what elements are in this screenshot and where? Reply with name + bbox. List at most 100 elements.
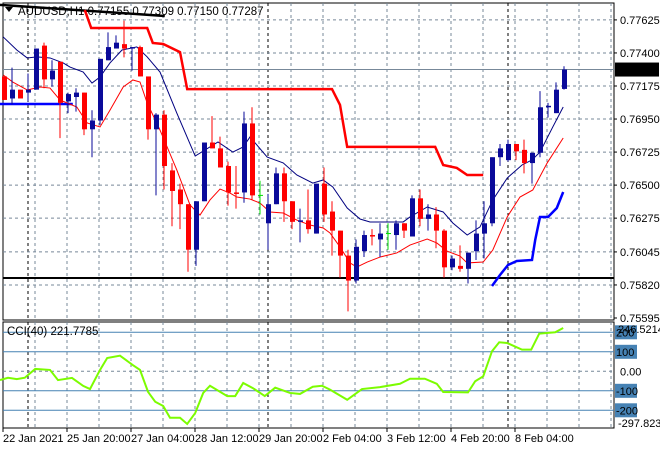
candle-bear [322,183,327,215]
candle-bull [266,204,271,224]
y-tick-label: 0.77625 [620,15,660,27]
y-tick-label: 0.76500 [620,180,660,192]
candle-bull [154,114,159,130]
x-tick-label: 25 Jan 20:00 [67,433,131,445]
current-price-label: 0.77287 [618,65,658,77]
candle-bull [546,105,551,108]
cci-pane [0,327,614,426]
candle-bull [474,233,479,252]
candle-bear [338,230,343,256]
cci-level-label: 100 [616,347,634,359]
candle-bear [162,114,167,167]
lower-band-line [490,191,565,287]
y-tick-label: 0.76725 [620,147,660,159]
candle-bull [498,148,503,158]
y-tick-label: 0.77400 [620,48,660,60]
candle-bear [434,214,439,231]
x-tick-label: 29 Jan 20:00 [259,433,323,445]
candle-bull [530,152,535,164]
y-tick-label: 0.77175 [620,81,660,93]
candle-bull [538,107,543,153]
candle-bear [210,142,215,149]
cci-min-label: -297.8238 [618,418,660,430]
candle-bull [450,258,455,268]
candle-bear [418,198,423,219]
candle-bull [562,69,567,89]
x-tick-label: 3 Feb 12:00 [387,433,446,445]
candle-bull [98,58,103,121]
candle-bull [34,48,39,90]
cci-zero-label: 0.00 [620,366,641,378]
candle-bear [330,211,335,231]
candle-bear [250,123,255,196]
candle-bear [402,223,407,231]
x-tick-label: 22 Jan 2021 [3,433,64,445]
candle-bull [274,173,279,205]
candle-bear [226,166,231,193]
candle-bull [426,214,431,219]
candle-bear [442,230,447,268]
candle-bear [122,44,127,49]
candle-bull [130,47,135,49]
candles [2,20,567,312]
cci-level-label: -100 [616,386,638,398]
chart-canvas[interactable]: 0.77625 0.77400 0.77175 0.76950 0.76725 0.765… [0,0,660,450]
candle-bull [242,123,247,193]
y-tick-label: 0.76045 [620,247,660,259]
slow-ma-line [2,74,564,268]
candle-bear [178,189,183,205]
candle-bull [466,252,471,269]
candle-bear [170,170,175,191]
candle-bear [218,148,223,168]
y-tick-label: 0.76275 [620,213,660,225]
candle-bear [186,204,191,250]
cci-level-label: -200 [616,405,638,417]
candle-bull [10,89,15,99]
candle-bear [2,76,7,100]
candle-bull [298,220,303,222]
cci-title: CCI(40) 221.7785 [7,326,98,338]
candle-bull [90,120,95,130]
cci-line [0,327,564,426]
candle-bull [26,89,31,93]
candle-bear [82,92,87,130]
candle-bear [58,61,63,103]
candle-bull [394,223,399,236]
candle-bull [490,157,495,224]
candle-bull [106,47,111,61]
candle-bear [18,89,23,99]
x-tick-label: 27 Jan 04:00 [131,433,195,445]
candle-bear [458,265,463,269]
x-tick-label: 2 Feb 04:00 [323,433,382,445]
candle-bear [42,45,47,80]
upper-band-line [83,9,484,177]
candle-bear [234,192,239,194]
candle-bull [114,42,119,49]
fast-ma-line [2,36,564,236]
y-tick-label: 0.75820 [620,280,660,292]
candle-bear [282,173,287,202]
candle-bull [202,142,207,202]
candle-bear [514,143,519,152]
candle-bull [554,89,559,114]
candle-bull [362,235,367,252]
cci-max-label: 246.5214 [618,324,660,336]
candle-bull [482,223,487,234]
triangle-down-icon[interactable] [5,7,13,12]
candle-bull [410,198,415,237]
candle-bull [506,143,511,161]
candle-bear [290,201,295,222]
candle-bear [370,235,375,237]
chart-header: AUDUSD,H1 0.77155 0.77309 0.77150 0.7728… [5,6,264,18]
x-tick-label: 8 Feb 04:00 [515,433,574,445]
candle-bear [306,220,311,230]
x-tick-label: 28 Jan 12:00 [195,433,259,445]
candle-bull [50,70,55,80]
candle-bull [378,233,383,240]
candle-bear [346,255,351,281]
symbol-ohlc-label: AUDUSD,H1 0.77155 0.77309 0.77150 0.7728… [18,6,264,18]
x-tick-label: 4 Feb 20:00 [451,433,510,445]
candle-bear [146,76,151,130]
candle-bear [522,149,527,164]
y-tick-label: 0.76950 [620,114,660,126]
